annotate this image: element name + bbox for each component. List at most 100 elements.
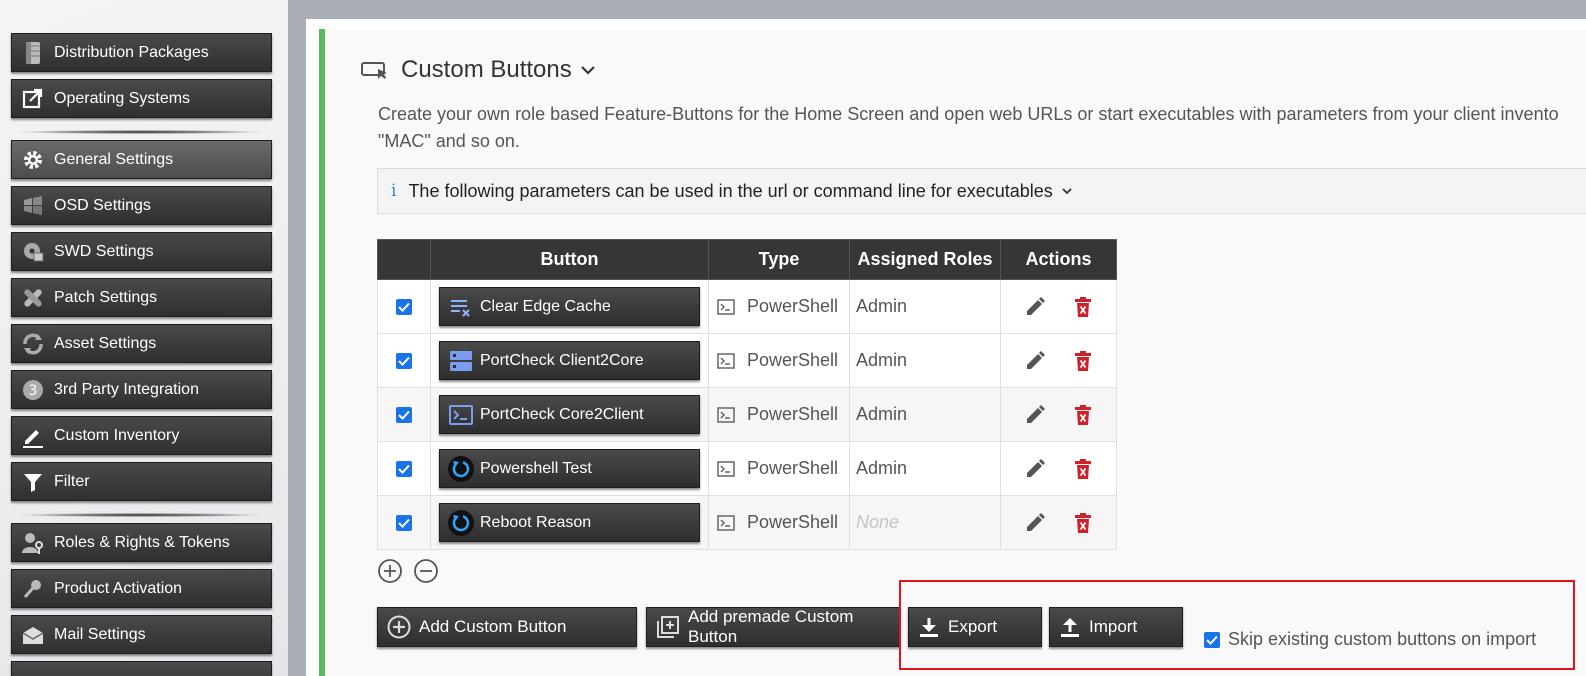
upload-icon (1059, 616, 1081, 638)
column-header-type: Type (708, 239, 850, 280)
key-icon (20, 576, 46, 602)
page-title[interactable]: Custom Buttons (361, 56, 596, 84)
delete-icon[interactable] (1074, 458, 1092, 479)
sidebar-item-label: SWD Settings (54, 242, 154, 260)
type-value: PowerShell (747, 458, 839, 478)
delete-icon[interactable] (1074, 404, 1092, 425)
skip-existing-checkbox[interactable] (1204, 631, 1220, 648)
edit-icon[interactable] (1025, 458, 1046, 479)
custom-button-preview[interactable]: PortCheck Core2Client (439, 395, 700, 434)
chevron-down-icon[interactable] (580, 64, 596, 76)
sidebar-item-label: Asset Settings (54, 334, 157, 352)
add-row-icon[interactable] (377, 558, 403, 584)
server-icon (446, 346, 476, 376)
custom-button-preview[interactable]: Powershell Test (439, 449, 700, 488)
export-button[interactable]: Export (908, 607, 1042, 647)
row-checkbox[interactable] (396, 353, 412, 369)
sidebar-item-osd-settings[interactable]: OSD Settings (11, 186, 272, 225)
terminal-icon (717, 352, 735, 369)
row-checkbox[interactable] (396, 407, 412, 423)
custom-buttons-section: Custom Buttons Create your own role base… (325, 29, 1586, 676)
custom-button-icon (361, 60, 389, 80)
sidebar-item-operating-systems[interactable]: Operating Systems (11, 79, 272, 118)
sidebar-item-patch-settings[interactable]: Patch Settings (11, 278, 272, 317)
skip-existing-option[interactable]: Skip existing custom buttons on import (1204, 629, 1536, 650)
windows-logo-icon (20, 193, 46, 219)
sidebar-item-label: Distribution Packages (54, 43, 209, 61)
user-key-icon (20, 530, 46, 556)
custom-button-label: Powershell Test (480, 459, 592, 477)
chevron-down-icon (1061, 187, 1073, 196)
type-value: PowerShell (747, 404, 839, 424)
delete-icon[interactable] (1074, 350, 1092, 371)
remove-row-icon[interactable] (413, 558, 439, 584)
add-premade-custom-button[interactable]: Add premade Custom Button (646, 607, 900, 647)
parameters-info-toggle[interactable]: i The following parameters can be used i… (377, 168, 1586, 214)
edit-icon[interactable] (1025, 512, 1046, 533)
table-row: Reboot Reason PowerShell None (377, 495, 1117, 550)
disc-icon (20, 239, 46, 265)
info-text: The following parameters can be used in … (408, 180, 1053, 201)
custom-button-preview[interactable]: Clear Edge Cache (439, 287, 700, 326)
terminal-icon (717, 460, 735, 477)
sidebar-item-product-activation[interactable]: Product Activation (11, 569, 272, 608)
custom-button-preview[interactable]: PortCheck Client2Core (439, 341, 700, 380)
external-link-icon (20, 86, 46, 112)
terminal-icon (717, 406, 735, 423)
column-header-button: Button (430, 239, 709, 280)
sidebar-item-asset-settings[interactable]: Asset Settings (11, 324, 272, 363)
row-checkbox[interactable] (396, 299, 412, 315)
gear-icon (20, 147, 46, 173)
delete-icon[interactable] (1074, 512, 1092, 533)
roles-value: Admin (856, 458, 908, 478)
custom-buttons-table: Button Type Assigned Roles Actions Clear… (377, 239, 1117, 550)
sidebar-item-custom-inventory[interactable]: Custom Inventory (11, 416, 272, 455)
sidebar-item-distribution-packages[interactable]: Distribution Packages (11, 33, 272, 72)
row-controls (377, 558, 439, 584)
edit-icon[interactable] (1025, 296, 1046, 317)
sidebar-item-label: 3rd Party Integration (54, 380, 199, 398)
row-checkbox[interactable] (396, 515, 412, 531)
button-label: Add premade Custom Button (688, 607, 854, 646)
roles-value: Admin (856, 296, 908, 316)
column-header-assigned-roles: Assigned Roles (849, 239, 1001, 280)
refresh-icon (20, 331, 46, 357)
roles-value: None (856, 512, 900, 532)
page-description: Create your own role based Feature-Butto… (378, 101, 1586, 155)
add-custom-button[interactable]: Add Custom Button (377, 607, 637, 647)
sidebar-item-3rd-party-integration[interactable]: 3 3rd Party Integration (11, 370, 272, 409)
sidebar-item-mail-settings[interactable]: Mail Settings (11, 615, 272, 654)
button-label: Import (1089, 617, 1138, 636)
type-value: PowerShell (747, 350, 839, 370)
sidebar-item-swd-settings[interactable]: SWD Settings (11, 232, 272, 271)
type-value: PowerShell (747, 296, 839, 316)
terminal-icon (717, 514, 735, 531)
download-icon (918, 616, 940, 638)
sidebar-item-label: OSD Settings (54, 196, 151, 214)
package-icon (20, 40, 46, 66)
table-row: PortCheck Client2Core PowerShell Admin (377, 333, 1117, 388)
edit-icon[interactable] (1025, 404, 1046, 425)
sidebar-item-partial[interactable] (11, 661, 272, 676)
edit-icon[interactable] (1025, 350, 1046, 371)
sidebar-item-general-settings[interactable]: General Settings (11, 140, 272, 179)
terminal-icon (446, 400, 476, 430)
sidebar-item-label: Filter (54, 472, 90, 490)
power-cycle-icon (446, 454, 476, 484)
clear-list-icon (446, 292, 476, 322)
table-row: Powershell Test PowerShell Admin (377, 441, 1117, 496)
custom-button-preview[interactable]: Reboot Reason (439, 503, 700, 542)
button-label: Add Custom Button (419, 617, 567, 636)
number-three-icon: 3 (20, 377, 46, 403)
row-checkbox[interactable] (396, 461, 412, 477)
sidebar-item-roles-rights-tokens[interactable]: Roles & Rights & Tokens (11, 523, 272, 562)
table-header-row: Button Type Assigned Roles Actions (377, 239, 1117, 280)
type-value: PowerShell (747, 512, 839, 532)
delete-icon[interactable] (1074, 296, 1092, 317)
sidebar-item-filter[interactable]: Filter (11, 462, 272, 501)
sidebar: Distribution Packages Operating Systems … (0, 0, 288, 676)
import-button[interactable]: Import (1049, 607, 1183, 647)
column-header-actions: Actions (1000, 239, 1117, 280)
info-icon: i (391, 181, 397, 201)
sidebar-item-label: General Settings (54, 150, 174, 168)
